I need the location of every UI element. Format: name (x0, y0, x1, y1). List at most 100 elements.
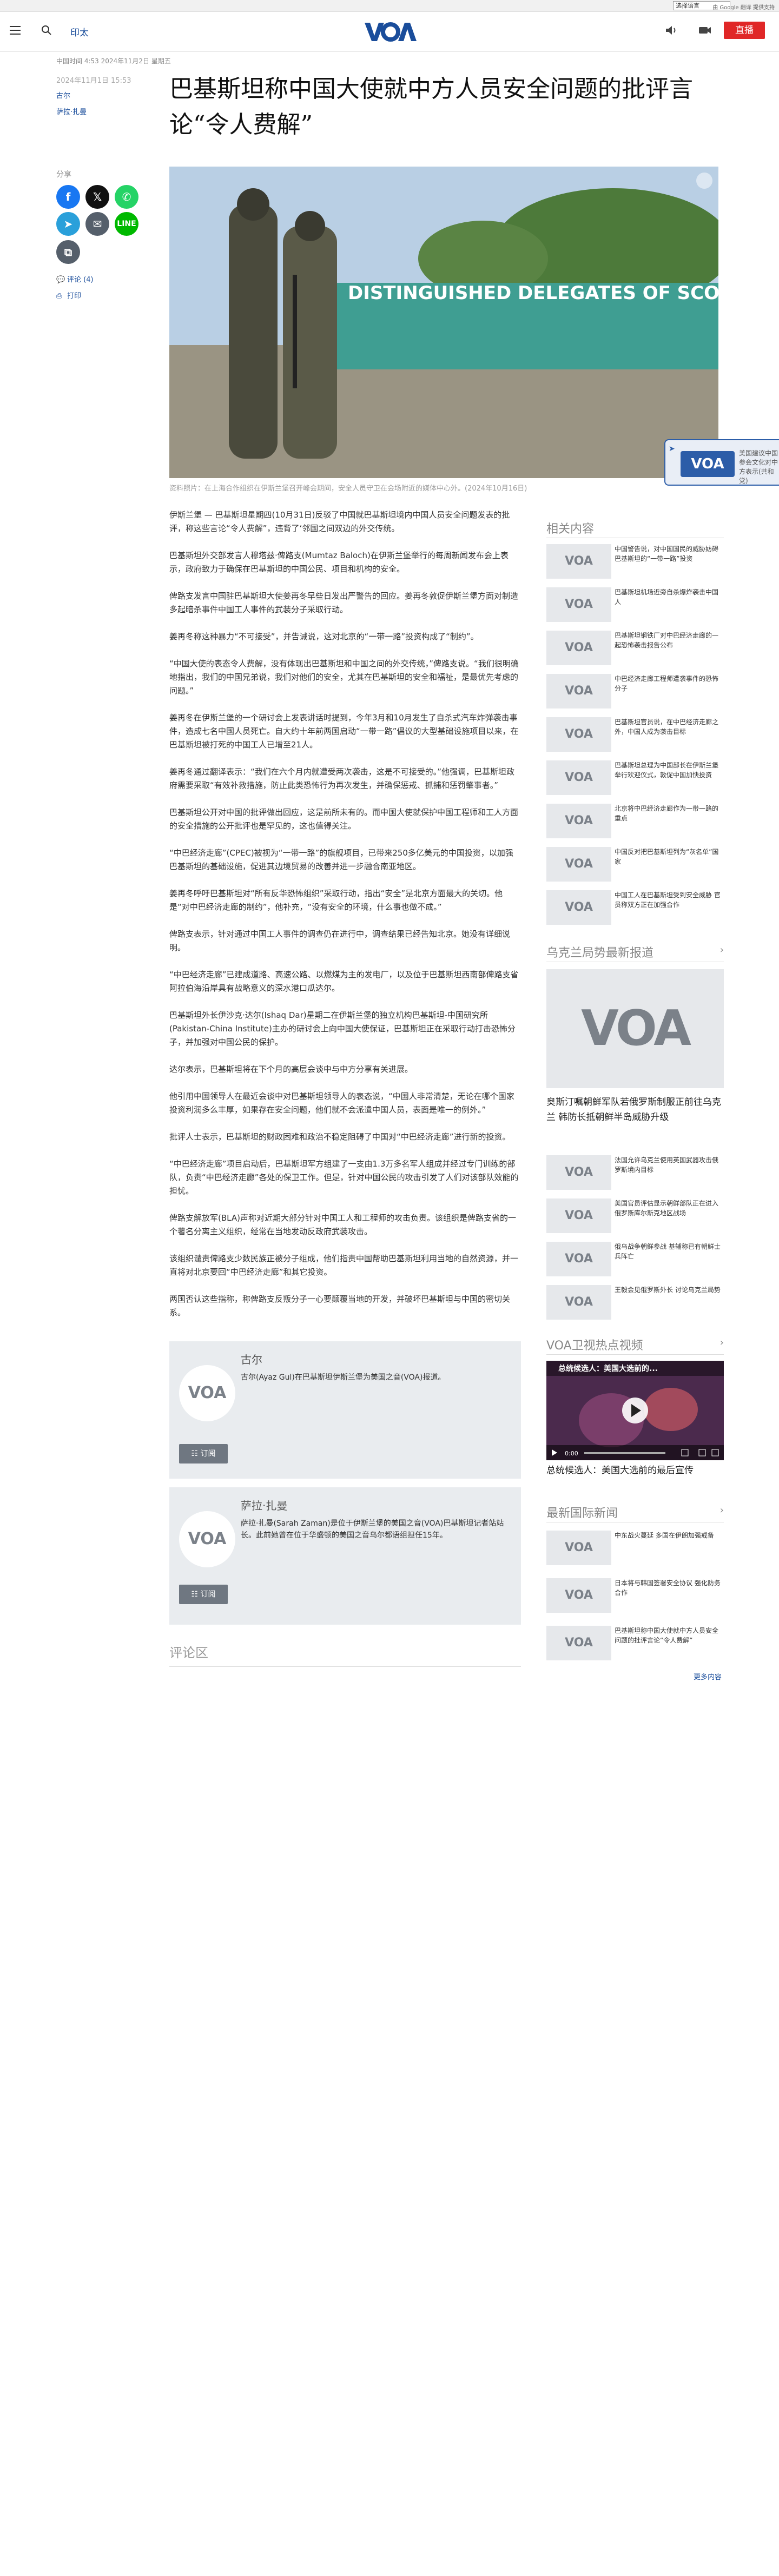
article-body: 伊斯兰堡 — 巴基斯坦星期四(10月31日)反驳了中国就巴基斯坦境内中国人员安全… (169, 508, 521, 1333)
live-button[interactable]: 直播 (724, 22, 765, 39)
author-tag-zaman[interactable]: 萨拉·扎曼 (56, 106, 87, 116)
body-paragraph: 他引用中国领导人在最近会谈中对巴基斯坦领导人的表态说，“中国人非常清楚，无论在哪… (169, 1091, 514, 1115)
ukraine-item[interactable]: VOA 美国官员评估显示朝鲜部队正在进入俄罗斯库尔斯克地区战场 (546, 1195, 724, 1236)
region-link[interactable]: 印太 (70, 25, 89, 38)
intl-section-title[interactable]: 最新国际新闻 › (546, 1504, 724, 1521)
copy-link-icon[interactable]: ⧉ (56, 240, 80, 264)
email-share-icon[interactable]: ✉ (85, 212, 109, 236)
body-paragraph: 该组织谴责俾路支少数民族正被分子组成，他们指责中国帮助巴基斯坦利用当地的自然资源… (169, 1254, 519, 1277)
body-paragraph: 姜再冬在伊斯兰堡的一个研讨会上发表讲话时提到，今年3月和10月发生了自杀式汽车炸… (169, 713, 519, 750)
related-item-title: 中国工人在巴基斯坦受到安全威胁 官员称双方正在加强合作 (615, 891, 721, 909)
related-item[interactable]: VOA 北京将中巴经济走廊作为一带一路的重点 (546, 800, 724, 842)
related-thumb: VOA (546, 760, 611, 795)
related-item-title: 中国反对把巴基斯坦列为“灰名单”国家 (615, 848, 719, 865)
author-avatar: VOA (179, 1511, 235, 1567)
body-paragraph: “中巴经济走廊”(CPEC)被视为“一带一路”的旗舰项目，已带来250多亿美元的… (169, 848, 513, 871)
subscribe-button[interactable]: ☷ 订阅 (179, 1585, 228, 1604)
promo-widget[interactable]: ➤ VOA 美国建议中国参会文化对中方表示(共和党) (664, 439, 779, 486)
videos-section-title[interactable]: VOA卫视热点视频 › (546, 1336, 724, 1353)
related-item[interactable]: VOA 巴基斯坦钢铁厂对中巴经济走廊的一起恐怖袭击报告公布 (546, 627, 724, 668)
ukraine-section-title[interactable]: 乌克兰局势最新报道 › (546, 943, 724, 961)
videos-title-text: VOA卫视热点视频 (546, 1339, 643, 1353)
body-paragraph: “中国大使的表态令人费解，没有体现出巴基斯坦和中国之间的外交传统，”俾路支说。“… (169, 659, 519, 696)
related-item[interactable]: VOA 巴基斯坦官员说，在中巴经济走廊之外，中国人成为袭击目标 (546, 714, 724, 755)
body-paragraph: 批评人士表示，巴基斯坦的财政困难和政治不稳定阻碍了中国对“中巴经济走廊”进行新的… (169, 1132, 511, 1142)
video-player[interactable]: 总统候选人：美国大选前的... 0:00 (546, 1361, 724, 1460)
expand-arrow-icon[interactable]: ➤ (669, 445, 675, 453)
ukraine-thumb: VOA (546, 1242, 611, 1276)
author-box-gul: 古尔 VOA 古尔(Ayaz Gul)在巴基斯坦伊斯兰堡为美国之音(VOA)报道… (169, 1341, 521, 1479)
print-icon: ⎙ (56, 292, 62, 300)
site-header: 印太 直播 (0, 12, 779, 52)
photo-caption: 资料照片：在上海合作组织在伊斯兰堡召开峰会期间，安全人员守卫在会场附近的媒体中心… (169, 485, 527, 493)
voa-logo[interactable] (362, 19, 417, 43)
x-share-icon[interactable]: 𝕏 (85, 185, 109, 209)
ukraine-item[interactable]: VOA 俄乌战争朝鲜参战 基辅称已有朝鲜士兵阵亡 (546, 1239, 724, 1280)
related-item-title: 巴基斯坦钢铁厂对中巴经济走廊的一起恐怖袭击报告公布 (615, 632, 719, 649)
facebook-share-icon[interactable]: f (56, 185, 80, 209)
line-share-icon[interactable]: LINE (115, 212, 138, 236)
divider (546, 1354, 724, 1355)
related-item[interactable]: VOA 中国警告说，对中国国民的威胁妨碍巴基斯坦的“一带一路”投资 (546, 541, 724, 582)
related-title: 相关内容 (546, 522, 595, 536)
body-paragraph: 姜再冬呼吁巴基斯坦对“所有反华恐怖组织”采取行动，指出“安全”是北京方面最大的关… (169, 889, 503, 912)
subscribe-label: 订阅 (200, 1590, 216, 1599)
ukraine-feature-title[interactable]: 奥斯汀嘱朝鲜军队若俄罗斯制服正前往乌克兰 韩防长抵朝鲜半岛威胁升级 (546, 1095, 724, 1125)
ukraine-item[interactable]: VOA 王毅会见俄罗斯外长 讨论乌克兰局势 (546, 1282, 724, 1323)
related-thumb: VOA (546, 847, 611, 882)
rss-icon: ☷ (191, 1449, 201, 1458)
intl-item[interactable]: VOA 巴基斯坦称中国大使就中方人员安全问题的批评言论“令人费解” (546, 1623, 724, 1664)
whatsapp-share-icon[interactable]: ✆ (115, 185, 138, 209)
related-thumb: VOA (546, 631, 611, 665)
related-item-title: 北京将中巴经济走廊作为一带一路的重点 (615, 805, 719, 822)
intl-thumb: VOA (546, 1531, 611, 1565)
related-item-title: 中巴经济走廊工程师遭袭事件的恐怖分子 (615, 675, 719, 692)
related-item-title: 巴基斯坦机场近旁自杀爆炸袭击中国人 (615, 588, 719, 606)
body-paragraph: “中巴经济走廊”已建成道路、高速公路、以燃煤为主的发电厂，以及位于巴基斯坦西南部… (169, 970, 519, 993)
ukraine-item-title: 法国允许乌克兰使用英国武器攻击俄罗斯境内目标 (615, 1156, 719, 1174)
related-item[interactable]: VOA 中国工人在巴基斯坦受到安全威胁 官员称双方正在加强合作 (546, 887, 724, 928)
print-link[interactable]: ⎙ 打印 (56, 290, 81, 300)
video-overlay-title: 总统候选人：美国大选前的... (558, 1364, 658, 1373)
related-item[interactable]: VOA 巴基斯坦机场近旁自杀爆炸袭击中国人 (546, 584, 724, 625)
author-box-zaman: 萨拉·扎曼 VOA 萨拉·扎曼(Sarah Zaman)是位于伊斯兰堡的美国之音… (169, 1487, 521, 1625)
author-tag-gul[interactable]: 古尔 (56, 90, 70, 100)
related-thumb: VOA (546, 890, 611, 925)
body-paragraph: 巴基斯坦公开对中国的批评做出回应，这是前所未有的。而中国大使就保护中国工程师和工… (169, 807, 519, 831)
related-item[interactable]: VOA 中国反对把巴基斯坦列为“灰名单”国家 (546, 844, 724, 885)
related-item[interactable]: VOA 中巴经济走廊工程师遭袭事件的恐怖分子 (546, 671, 724, 712)
body-paragraph: 俾路支解放军(BLA)声称对近期大部分针对中国工人和工程师的攻击负责。该组织是俾… (169, 1213, 516, 1236)
voa-widget-logo: VOA (681, 451, 735, 477)
menu-icon[interactable] (10, 26, 21, 35)
search-icon[interactable] (41, 25, 52, 36)
intl-item[interactable]: VOA 日本将与韩国签署安全协议 强化防务合作 (546, 1575, 724, 1616)
more-link[interactable]: 更多内容 (694, 1671, 722, 1681)
author-bio: 萨拉·扎曼(Sarah Zaman)是位于伊斯兰堡的美国之音(VOA)巴基斯坦记… (241, 1519, 504, 1540)
related-item[interactable]: VOA 巴基斯坦总理为中国部长在伊斯兰堡举行欢迎仪式，敦促中国加快投资 (546, 757, 724, 798)
comments-section-title: 评论区 (169, 1642, 521, 1667)
chevron-right-icon: › (719, 944, 724, 956)
body-paragraph: “中巴经济走廊”项目启动后，巴基斯坦军方组建了一支由1.3万多名军人组成并经过专… (169, 1159, 519, 1196)
ukraine-item-title: 王毅会见俄罗斯外长 讨论乌克兰局势 (615, 1286, 721, 1294)
ukraine-item[interactable]: VOA 法国允许乌克兰使用英国武器攻击俄罗斯境内目标 (546, 1152, 724, 1193)
body-paragraph: 伊斯兰堡 — 巴基斯坦星期四(10月31日)反驳了中国就巴基斯坦境内中国人员安全… (169, 510, 510, 533)
comments-link[interactable]: 💬 评论 (4) (56, 274, 94, 284)
subscribe-button[interactable]: ☷ 订阅 (179, 1444, 228, 1464)
subscribe-label: 订阅 (200, 1449, 216, 1458)
telegram-share-icon[interactable]: ➤ (56, 212, 80, 236)
related-item-title: 巴基斯坦官员说，在中巴经济走廊之外，中国人成为袭击目标 (615, 718, 719, 736)
ukraine-thumb: VOA (546, 1155, 611, 1190)
ukraine-feature-image[interactable]: VOA (546, 969, 724, 1088)
video-caption[interactable]: 总统候选人：美国大选前的最后宣传 (546, 1464, 724, 1478)
video-icon[interactable] (698, 25, 712, 36)
progress-bar[interactable] (584, 1452, 665, 1454)
ukraine-item-title: 美国官员评估显示朝鲜部队正在进入俄罗斯库尔斯克地区战场 (615, 1200, 719, 1217)
related-thumb: VOA (546, 717, 611, 752)
hero-sign-text: DISTINGUISHED DELEGATES OF SCO 20 (348, 282, 718, 304)
translate-bar: 选择语言 由 Google 翻译 提供支持 (0, 0, 779, 12)
audio-icon[interactable] (664, 25, 678, 36)
intl-item[interactable]: VOA 中东战火蔓延 多国在伊朗加强戒备 (546, 1527, 724, 1568)
related-thumb: VOA (546, 587, 611, 622)
author-name: 古尔 (241, 1353, 262, 1366)
ukraine-thumb: VOA (546, 1285, 611, 1320)
